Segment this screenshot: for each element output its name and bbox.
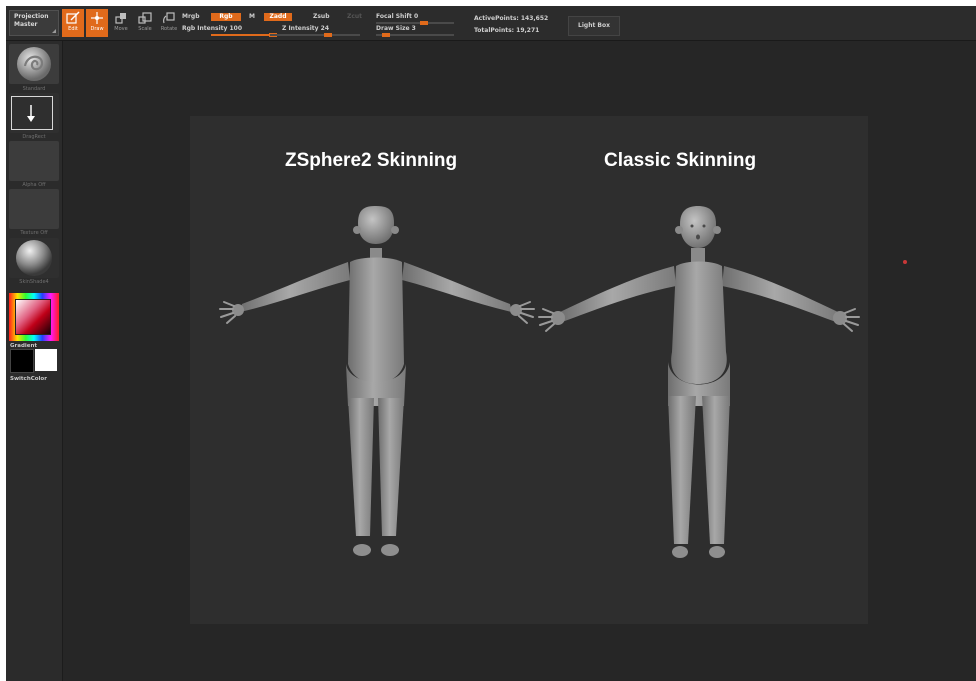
primary-color-swatch[interactable] xyxy=(10,349,34,373)
brush-label: Standard xyxy=(22,86,46,92)
material-sphere-icon xyxy=(16,240,52,276)
edit-label: Edit xyxy=(68,26,78,32)
drag-rect-icon xyxy=(27,105,35,122)
z-intensity-label: Z Intensity 24 xyxy=(282,25,329,32)
edit-icon xyxy=(66,11,80,24)
focal-shift-slider[interactable] xyxy=(376,21,454,25)
secondary-color-swatch[interactable] xyxy=(35,349,57,371)
switch-color-label[interactable]: SwitchColor xyxy=(10,376,47,382)
active-points-readout: ActivePoints: 143,652 xyxy=(474,15,549,22)
expand-corner-icon xyxy=(52,29,56,33)
zsub-toggle[interactable]: Zsub xyxy=(313,13,330,20)
draw-label: Draw xyxy=(90,26,104,32)
scale-label: Scale xyxy=(138,26,152,32)
light-box-button[interactable]: Light Box xyxy=(568,16,620,36)
rotate-button[interactable]: Rotate xyxy=(158,9,180,37)
z-intensity-knob[interactable] xyxy=(324,33,332,37)
rgb-intensity-slider[interactable] xyxy=(211,33,277,37)
scale-button[interactable]: Scale xyxy=(134,9,156,37)
top-toolbar: Projection Master Edit Draw Move Scale R… xyxy=(6,6,976,41)
zadd-toggle[interactable]: Zadd xyxy=(264,13,292,21)
scale-icon xyxy=(138,12,152,24)
left-shelf: Standard DragRect Alpha Off Texture Off … xyxy=(6,41,63,681)
move-label: Move xyxy=(114,26,128,32)
draw-button[interactable]: Draw xyxy=(86,9,108,37)
draw-icon xyxy=(91,12,103,24)
document-canvas[interactable]: ZSphere2 Skinning Classic Skinning xyxy=(190,116,868,624)
brush-slot[interactable] xyxy=(9,44,59,84)
stroke-slot[interactable] xyxy=(9,93,59,133)
alpha-label: Alpha Off xyxy=(22,182,46,188)
m-toggle[interactable]: M xyxy=(249,13,255,20)
rotate-icon xyxy=(162,12,175,24)
texture-slot[interactable] xyxy=(9,189,59,229)
draw-size-slider[interactable] xyxy=(376,33,454,37)
draw-size-label: Draw Size 3 xyxy=(376,25,416,32)
projection-master-label-2: Master xyxy=(14,21,38,28)
texture-label: Texture Off xyxy=(20,230,48,236)
standard-brush-icon xyxy=(17,47,51,81)
zsphere2-figure xyxy=(219,206,535,556)
material-slot[interactable] xyxy=(9,238,59,278)
alpha-slot[interactable] xyxy=(9,141,59,181)
draw-size-knob[interactable] xyxy=(382,33,390,37)
zbrush-window: Projection Master Edit Draw Move Scale R… xyxy=(6,6,976,681)
move-button[interactable]: Move xyxy=(110,9,132,37)
zcut-toggle[interactable]: Zcut xyxy=(347,13,362,20)
red-marker xyxy=(903,260,907,264)
stroke-label: DragRect xyxy=(22,134,46,140)
total-points-readout: TotalPoints: 19,271 xyxy=(474,27,540,34)
move-icon xyxy=(115,13,126,24)
focal-shift-knob[interactable] xyxy=(420,21,428,25)
color-saturation-square[interactable] xyxy=(15,299,51,335)
classic-figure xyxy=(538,206,860,558)
figures-render xyxy=(219,206,860,558)
projection-master-button[interactable]: Projection Master xyxy=(9,10,59,36)
focal-shift-label: Focal Shift 0 xyxy=(376,13,419,20)
edit-button[interactable]: Edit xyxy=(62,9,84,37)
rgb-intensity-label: Rgb Intensity 100 xyxy=(182,25,243,32)
projection-master-label-1: Projection xyxy=(14,13,49,20)
z-intensity-slider[interactable] xyxy=(270,33,360,37)
rotate-label: Rotate xyxy=(160,26,178,32)
color-picker[interactable] xyxy=(9,293,59,341)
rgb-toggle[interactable]: Rgb xyxy=(211,13,241,21)
material-label: SkinShade4 xyxy=(19,279,49,285)
mrgb-toggle[interactable]: Mrgb xyxy=(182,13,200,20)
